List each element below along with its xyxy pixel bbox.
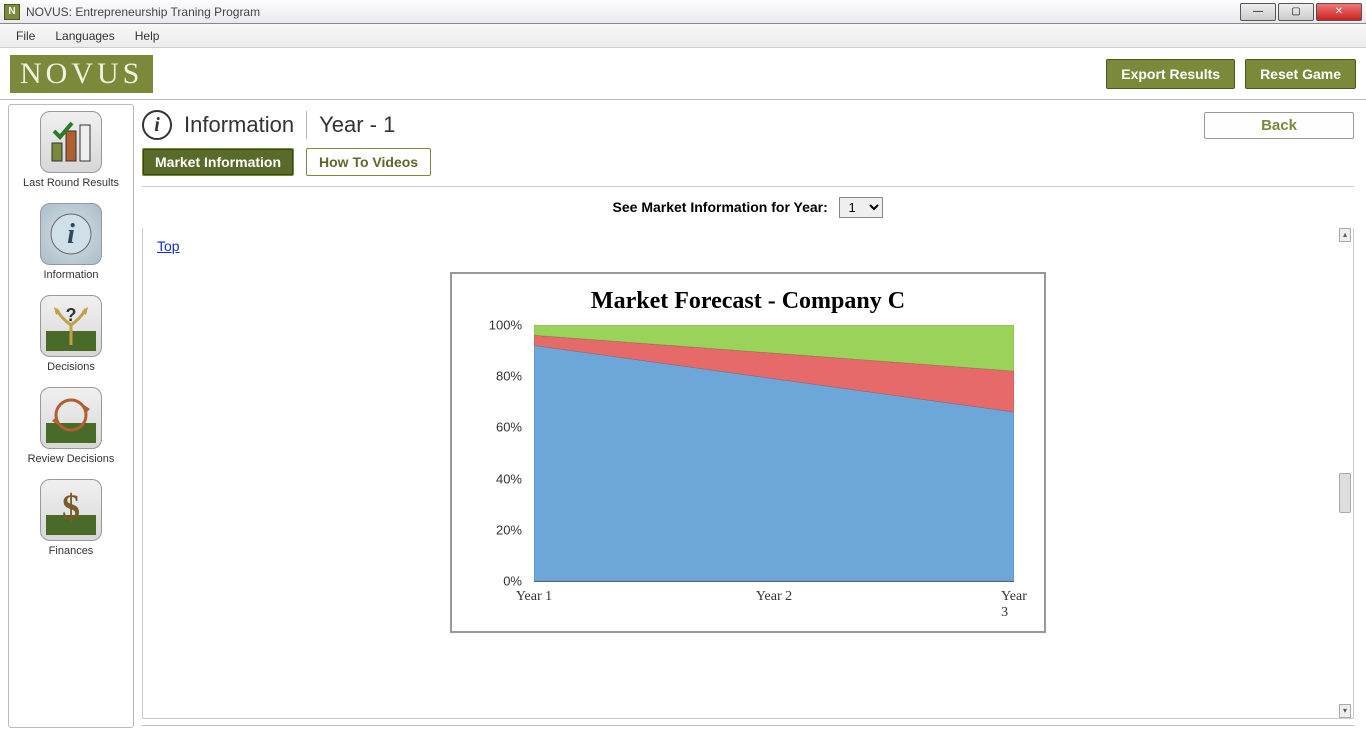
content-frame: ▴ ▾ Top Market Forecast - Company C 0% 20… — [142, 228, 1354, 719]
page-header: i Information Year - 1 Back — [142, 106, 1354, 148]
sidebar: Last Round Results i Information ? — [8, 104, 134, 728]
top-link[interactable]: Top — [157, 238, 180, 254]
window-titlebar: N NOVUS: Entrepreneurship Traning Progra… — [0, 0, 1366, 24]
chart-container: Market Forecast - Company C 0% 20% 40% 60% 8… — [450, 272, 1046, 633]
x-tick-labels: Year 1Year 2Year 3 — [534, 589, 1014, 609]
tab-row: Market Information How To Videos — [142, 148, 1354, 187]
sidebar-item-information[interactable]: i Information — [9, 203, 133, 281]
y-tick: 80% — [496, 369, 522, 384]
svg-text:i: i — [67, 219, 75, 250]
review-decisions-icon — [40, 387, 102, 449]
sidebar-item-label: Review Decisions — [28, 453, 115, 465]
info-icon: i — [40, 203, 102, 265]
menu-file[interactable]: File — [6, 27, 45, 45]
export-results-button[interactable]: Export Results — [1106, 59, 1235, 89]
divider — [306, 111, 307, 139]
sidebar-item-decisions[interactable]: ? Decisions — [9, 295, 133, 373]
scroll-down-button[interactable]: ▾ — [1339, 704, 1351, 718]
back-button[interactable]: Back — [1204, 112, 1354, 139]
app-header: NOVUS Export Results Reset Game — [0, 48, 1366, 100]
x-axis — [534, 581, 1014, 582]
window-maximize-button[interactable]: ▢ — [1278, 3, 1314, 21]
reset-game-button[interactable]: Reset Game — [1245, 59, 1356, 89]
y-tick: 60% — [496, 420, 522, 435]
window-title: NOVUS: Entrepreneurship Traning Program — [26, 5, 1240, 19]
tab-how-to-videos[interactable]: How To Videos — [306, 148, 431, 176]
x-tick: Year 1 — [516, 589, 552, 605]
main-panel: i Information Year - 1 Back Market Infor… — [134, 100, 1366, 732]
chart-title: Market Forecast - Company C — [468, 288, 1028, 315]
sidebar-item-label: Finances — [49, 545, 94, 557]
year-select-label: See Market Information for Year: — [613, 199, 828, 215]
menu-bar: File Languages Help — [0, 24, 1366, 48]
tab-market-information[interactable]: Market Information — [142, 148, 294, 176]
year-select[interactable]: 1 — [839, 197, 883, 218]
window-close-button[interactable]: ✕ — [1316, 3, 1362, 21]
sidebar-item-label: Last Round Results — [23, 177, 119, 189]
y-tick-labels: 0%20%40%60%80%100% — [468, 321, 528, 581]
finances-icon: $ — [40, 479, 102, 541]
bar-chart-check-icon — [40, 111, 102, 173]
page-title: Information — [184, 112, 294, 138]
decisions-icon: ? — [40, 295, 102, 357]
svg-text:$: $ — [62, 487, 80, 527]
window-minimize-button[interactable]: — — [1240, 3, 1276, 21]
logo: NOVUS — [10, 55, 153, 93]
y-tick: 20% — [496, 522, 522, 537]
app-icon: N — [4, 4, 20, 20]
y-tick: 100% — [489, 318, 522, 333]
scrollbar-thumb[interactable] — [1339, 473, 1351, 513]
sidebar-item-review-decisions[interactable]: Review Decisions — [9, 387, 133, 465]
area-chart-svg — [534, 325, 1014, 581]
sidebar-item-label: Information — [43, 269, 98, 281]
chart-plot: 0%20%40%60%80%100% Year 1Year 2Year 3 — [468, 321, 1028, 621]
menu-help[interactable]: Help — [125, 27, 170, 45]
scroll-up-button[interactable]: ▴ — [1339, 228, 1351, 242]
x-tick: Year 2 — [756, 589, 792, 605]
sidebar-item-finances[interactable]: $ Finances — [9, 479, 133, 557]
y-tick: 0% — [503, 574, 522, 589]
content-scroll[interactable]: Top Market Forecast - Company C 0% 20% 40%… — [143, 228, 1353, 718]
sidebar-item-last-round-results[interactable]: Last Round Results — [9, 111, 133, 189]
x-tick: Year 3 — [1001, 589, 1027, 621]
year-select-row: See Market Information for Year: 1 — [142, 187, 1354, 228]
bottom-divider — [142, 725, 1354, 726]
sidebar-item-label: Decisions — [47, 361, 95, 373]
year-indicator: Year - 1 — [319, 112, 395, 138]
menu-languages[interactable]: Languages — [45, 27, 124, 45]
y-tick: 40% — [496, 471, 522, 486]
info-circle-icon: i — [142, 110, 172, 140]
